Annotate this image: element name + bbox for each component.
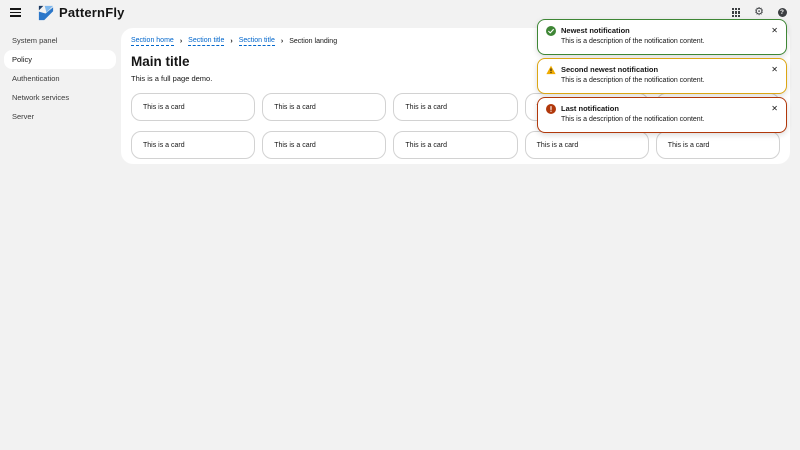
alert-title: Newest notification: [561, 26, 630, 35]
exclamation-circle-icon: [546, 104, 556, 114]
alert-description: This is a description of the notificatio…: [561, 77, 705, 84]
card[interactable]: This is a card: [262, 93, 387, 121]
toast-alert-success: Newest notification This is a descriptio…: [537, 19, 787, 55]
alert-title: Second newest notification: [561, 65, 659, 74]
card[interactable]: This is a card: [655, 131, 780, 159]
breadcrumb-link-section-home[interactable]: Section home: [131, 37, 174, 46]
chevron-right-icon: ›: [230, 37, 233, 45]
toast-alert-warning: Second newest notification This is a des…: [537, 58, 787, 94]
patternfly-logo-icon: [38, 5, 54, 20]
sidebar-item-policy[interactable]: Policy: [4, 50, 116, 69]
sidebar: System panel Policy Authentication Netwo…: [0, 25, 121, 450]
app-launcher-button[interactable]: [730, 7, 742, 19]
alert-description: This is a description of the notificatio…: [561, 38, 705, 45]
breadcrumb-link-section-title-2[interactable]: Section title: [238, 37, 275, 46]
sidebar-item-system-panel[interactable]: System panel: [4, 31, 116, 50]
toast-alert-danger: Last notification This is a description …: [537, 97, 787, 133]
nav-toggle-hamburger-icon[interactable]: [10, 5, 26, 21]
breadcrumb-link-section-title-1[interactable]: Section title: [188, 37, 225, 46]
alert-description: This is a description of the notificatio…: [561, 116, 705, 123]
alert-title: Last notification: [561, 104, 619, 113]
close-icon[interactable]: ✕: [771, 104, 778, 113]
brand: PatternFly: [38, 5, 125, 21]
settings-button[interactable]: ⚙: [753, 7, 765, 19]
card[interactable]: This is a card: [262, 131, 387, 159]
card[interactable]: This is a card: [393, 93, 518, 121]
grid-icon: [731, 8, 741, 17]
chevron-right-icon: ›: [280, 37, 284, 45]
warning-triangle-icon: [546, 65, 556, 75]
help-button[interactable]: ?: [776, 7, 788, 19]
close-icon[interactable]: ✕: [771, 26, 778, 35]
alert-group: Newest notification This is a descriptio…: [537, 19, 787, 133]
check-circle-icon: [546, 26, 556, 36]
sidebar-item-authentication[interactable]: Authentication: [4, 69, 116, 88]
sidebar-item-network-services[interactable]: Network services: [4, 88, 116, 107]
card[interactable]: This is a card: [131, 131, 256, 159]
card[interactable]: This is a card: [393, 131, 518, 159]
gear-icon: ⚙: [754, 6, 764, 18]
sidebar-item-server[interactable]: Server: [4, 107, 116, 126]
question-circle-icon: ?: [777, 8, 787, 17]
masthead-toolbar: ⚙ ?: [730, 7, 788, 19]
logo-text: PatternFly: [59, 5, 125, 20]
breadcrumb-current-section-landing: Section landing: [289, 37, 338, 45]
card[interactable]: This is a card: [524, 131, 649, 159]
chevron-right-icon: ›: [179, 37, 183, 45]
close-icon[interactable]: ✕: [771, 65, 778, 74]
card[interactable]: This is a card: [131, 93, 256, 121]
